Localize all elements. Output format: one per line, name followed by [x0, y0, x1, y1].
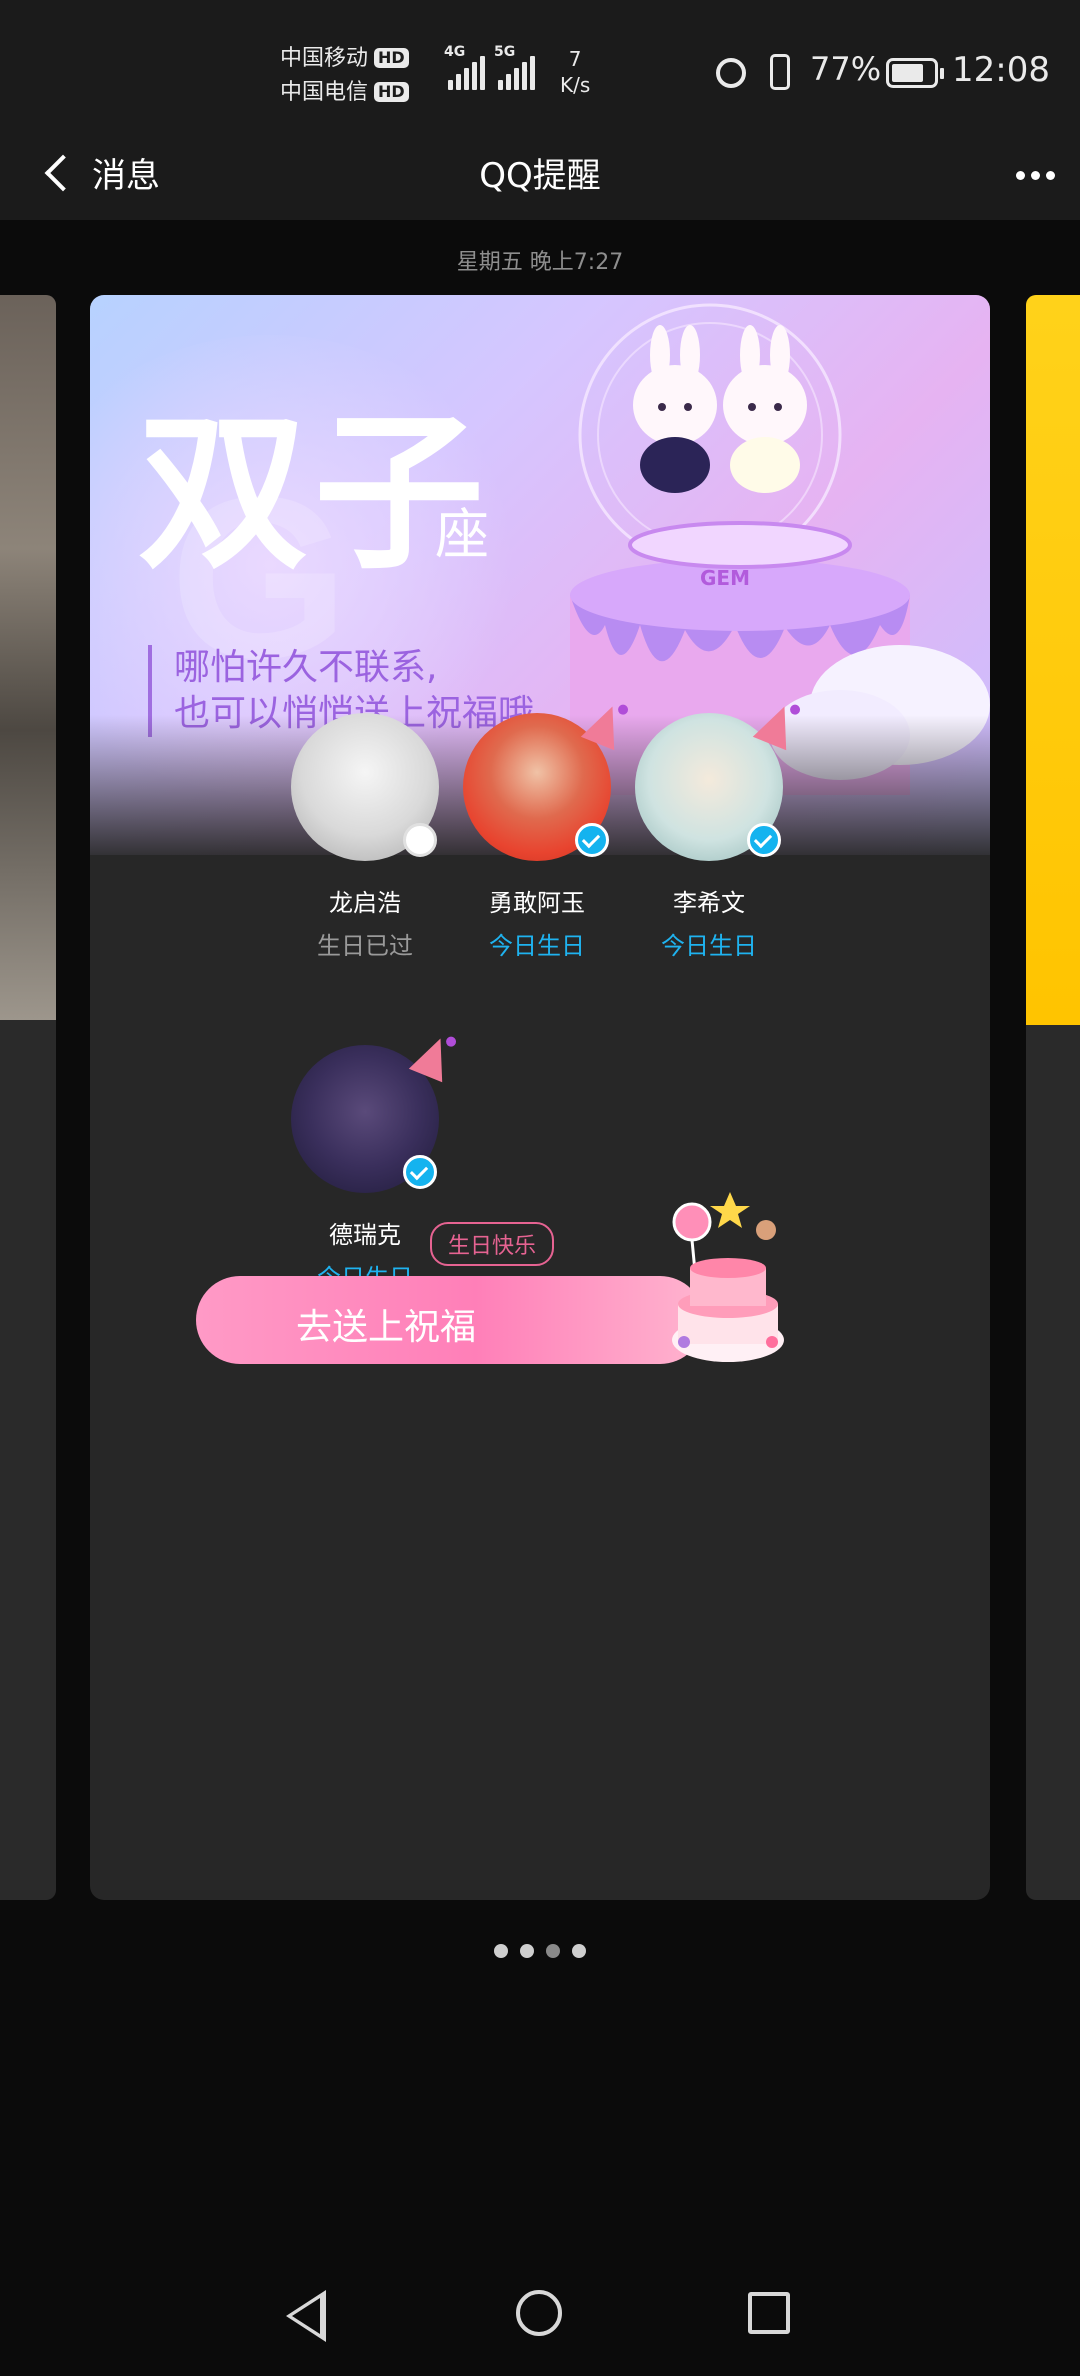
birthday-status: 生日已过 [317, 932, 413, 960]
birthday-tag: 生日快乐 [430, 1222, 555, 1266]
battery-fill [892, 64, 923, 82]
check-icon[interactable] [747, 823, 781, 857]
next-card-image [1026, 295, 1080, 1025]
nav-back-icon[interactable] [286, 2290, 326, 2342]
next-card[interactable] [1026, 295, 1080, 1900]
friend-item[interactable]: 龙启浩 生日已过 [280, 713, 450, 961]
page-dot[interactable] [494, 1944, 508, 1958]
page-dot[interactable] [520, 1944, 534, 1958]
message-timestamp: 星期五 晚上7:27 [456, 250, 624, 275]
birthday-status: 今日生日 [489, 932, 585, 960]
net-speed-unit: K/s [560, 73, 591, 97]
friend-name: 龙启浩 [329, 889, 401, 917]
net-speed: 7 K/s [560, 46, 590, 98]
more-icon [1030, 170, 1040, 180]
zodiac-suffix: 座 [435, 503, 489, 566]
network-type-1: 4G [444, 44, 466, 60]
hd-badge: HD [374, 82, 409, 102]
hd-badge: HD [374, 48, 409, 68]
more-button[interactable] [1010, 160, 1060, 190]
friend-item[interactable]: 德瑞克 今日生日 [280, 1031, 458, 1293]
birthday-reminder-card: G 双子 座 哪怕许久不联系, 也可以悄悄送上祝福哦 GEM [90, 295, 990, 1900]
avatar [463, 699, 630, 861]
quote-line-1: 哪怕许久不联系, [174, 647, 438, 688]
friend-name: 李希文 [673, 889, 745, 917]
nav-recent-icon[interactable] [748, 2292, 790, 2334]
cake-label: GEM [700, 566, 750, 590]
status-bar: 中国移动 HD 中国电信 HD 4G 5G 7 K/s 77% 12:08 [0, 0, 1080, 130]
send-wishes-button[interactable]: 去送上祝福 [196, 1276, 704, 1364]
birthday-cake-icon [672, 1192, 784, 1362]
previous-card-image [0, 295, 56, 1020]
send-wishes-label: 去送上祝福 [295, 1307, 476, 1348]
carrier-2: 中国电信 [280, 80, 369, 105]
vibrate-icon [770, 54, 790, 90]
alarm-icon [716, 58, 746, 88]
friend-item[interactable]: 李希文 今日生日 [624, 699, 802, 961]
friend-name: 德瑞克 [329, 1221, 401, 1249]
clock: 12:08 [952, 50, 1050, 90]
network-type-2: 5G [494, 44, 516, 60]
page-title: QQ提醒 [479, 156, 601, 196]
more-icon [1045, 170, 1055, 180]
avatar [291, 1031, 458, 1193]
avatar [635, 699, 802, 861]
checkbox-unchecked-icon[interactable] [403, 823, 437, 857]
carrier-1: 中国移动 [280, 46, 369, 71]
more-icon [1015, 170, 1025, 180]
signal-icon: 5G [494, 44, 535, 90]
net-speed-value: 7 [568, 47, 582, 71]
battery-percent: 77% [810, 50, 882, 88]
birthday-status: 今日生日 [661, 932, 757, 960]
signal-icon: 4G [444, 44, 485, 90]
nav-home-icon[interactable] [516, 2290, 562, 2336]
title-bar: 消息 QQ提醒 [0, 130, 1080, 220]
check-icon[interactable] [403, 1155, 437, 1189]
check-icon[interactable] [575, 823, 609, 857]
friend-name: 勇敢阿玉 [489, 889, 585, 917]
page-indicator [0, 1944, 1080, 1958]
page-dot-active[interactable] [546, 1944, 560, 1958]
carrier-info: 中国移动 HD 中国电信 HD [280, 42, 409, 110]
avatar [291, 713, 439, 861]
previous-card[interactable] [0, 295, 56, 1900]
page-dot[interactable] [572, 1944, 586, 1958]
system-nav-bar [0, 2250, 1080, 2376]
battery-icon [886, 58, 944, 88]
friend-item[interactable]: 勇敢阿玉 今日生日 [452, 699, 630, 961]
